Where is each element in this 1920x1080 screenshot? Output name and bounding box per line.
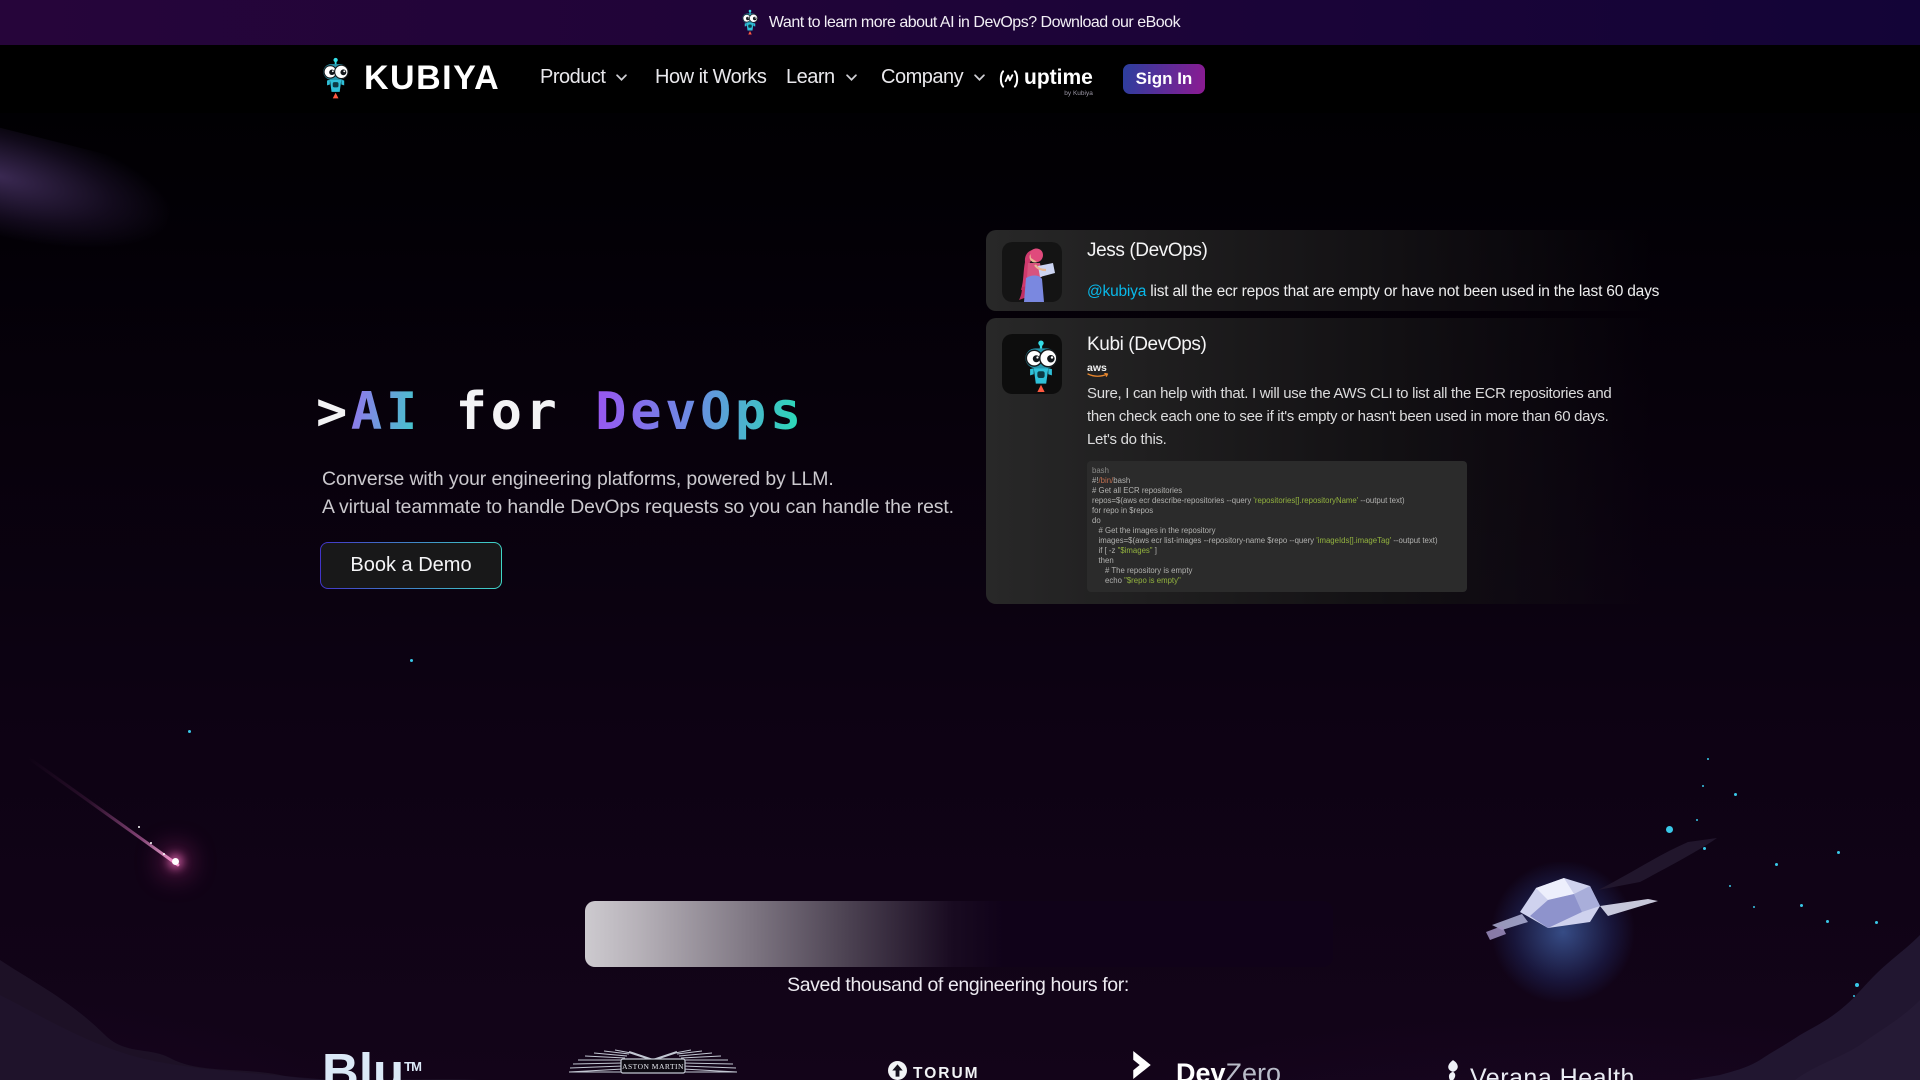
- kubi-name: Kubi (DevOps): [1087, 334, 1611, 356]
- star-decoration: [1853, 995, 1855, 997]
- hero-subtitle: Converse with your engineering platforms…: [322, 466, 954, 521]
- code-line: # The repository is empty: [1092, 566, 1461, 576]
- sign-in-button[interactable]: Sign In: [1123, 64, 1205, 94]
- kubi-message-group: Kubi (DevOps) aws Sure, I can help with …: [1087, 334, 1611, 604]
- logo-carousel-placeholder: [585, 901, 1333, 967]
- verana-icon: [1443, 1058, 1463, 1080]
- code-line: # Get all ECR repositories: [1092, 486, 1461, 496]
- code-line: bash: [1092, 466, 1461, 476]
- uptime-logo[interactable]: uptime by Kubiya: [998, 67, 1093, 97]
- svg-text:ASTON MARTIN: ASTON MARTIN: [622, 1062, 684, 1071]
- nebula-decoration: [0, 121, 180, 275]
- announcement-text[interactable]: Want to learn more about AI in DevOps? D…: [769, 14, 1180, 32]
- hero-subtitle-line2: A virtual teammate to handle DevOps requ…: [322, 494, 954, 522]
- jess-message: @kubiya list all the ecr repos that are …: [1087, 283, 1659, 301]
- star-decoration: [138, 826, 140, 828]
- saved-hours-heading: Saved thousand of engineering hours for:: [787, 974, 1129, 997]
- nav-bar: KUBIYA Product How it Works Learn Compan…: [0, 45, 1920, 113]
- uptime-wordmark: uptime: [1024, 66, 1093, 89]
- kubiya-mention: @kubiya: [1087, 283, 1146, 300]
- brand-logo[interactable]: KUBIYA: [322, 53, 500, 103]
- robot-icon: [740, 9, 760, 35]
- uptime-byline: by Kubiya: [1024, 90, 1093, 97]
- kubi-avatar: [1002, 334, 1062, 394]
- nav-item-product[interactable]: Product: [540, 66, 627, 89]
- announcement-bar[interactable]: Want to learn more about AI in DevOps? D…: [0, 0, 1920, 45]
- star-decoration: [1702, 785, 1704, 787]
- star-decoration: [1703, 847, 1706, 850]
- comet-trail-decoration: [27, 756, 180, 866]
- chevron-down-icon: [616, 74, 627, 81]
- hero-title: >AI for DevOps: [316, 386, 805, 438]
- star-decoration: [1800, 904, 1803, 907]
- star-decoration: [1855, 983, 1859, 987]
- hero-subtitle-line1: Converse with your engineering platforms…: [322, 466, 954, 494]
- kubi-message: Sure, I can help with that. I will use t…: [1087, 383, 1611, 451]
- star-decoration: [163, 853, 165, 855]
- star-decoration: [1707, 758, 1709, 760]
- torum-icon: [888, 1061, 907, 1080]
- kubiya-robot-icon: [322, 53, 355, 103]
- logo-verana-health: Verana Health: [1443, 1058, 1635, 1080]
- star-decoration: [1875, 921, 1878, 924]
- code-line: #!/bin/bash: [1092, 476, 1461, 486]
- star-decoration: [150, 842, 152, 844]
- star-decoration: [1734, 793, 1737, 796]
- brand-wordmark: KUBIYA: [364, 59, 500, 98]
- code-line: do: [1092, 516, 1461, 526]
- star-decoration: [410, 659, 413, 662]
- star-decoration: [188, 730, 191, 733]
- nav-item-company[interactable]: Company: [881, 66, 985, 89]
- jess-message-group: Jess (DevOps) @kubiya list all the ecr r…: [1087, 242, 1659, 311]
- star-decoration: [1696, 819, 1698, 821]
- star-decoration: [1666, 826, 1673, 833]
- code-line: for repo in $repos: [1092, 506, 1461, 516]
- star-decoration: [1753, 906, 1755, 908]
- logo-devzero: DevZero: [1130, 1051, 1281, 1080]
- code-line: if [ -z "$images" ]: [1092, 546, 1461, 556]
- code-line: # Get the images in the repository: [1092, 526, 1461, 536]
- aws-logo: aws: [1087, 361, 1611, 378]
- chevron-down-icon: [846, 74, 857, 81]
- hero-title-devops: DevOps: [595, 382, 804, 442]
- code-block: bash#!/bin/bash# Get all ECR repositorie…: [1087, 461, 1467, 592]
- book-demo-button[interactable]: Book a Demo: [320, 542, 502, 589]
- logo-aston-martin: ASTON MARTIN: [567, 1048, 739, 1080]
- code-line: images=$(aws ecr list-images --repositor…: [1092, 536, 1461, 546]
- uptime-pulse-icon: [998, 67, 1020, 91]
- code-line: echo "$repo is empty": [1092, 576, 1461, 586]
- star-decoration: [173, 862, 175, 864]
- nav-item-how-it-works[interactable]: How it Works: [655, 66, 766, 89]
- logo-torum: TORUM: [888, 1061, 980, 1080]
- hero-title-ai: AI: [351, 382, 421, 442]
- jess-avatar: [1002, 242, 1062, 302]
- star-decoration: [1837, 851, 1840, 854]
- jess-name: Jess (DevOps): [1087, 240, 1659, 262]
- star-decoration: [1729, 885, 1731, 887]
- svg-text:aws: aws: [1087, 362, 1107, 374]
- page: Want to learn more about AI in DevOps? D…: [0, 0, 1920, 1080]
- hills-right-decoration: [1640, 930, 1920, 1080]
- star-decoration: [1826, 920, 1829, 923]
- chat-card-kubi: Kubi (DevOps) aws Sure, I can help with …: [986, 318, 1666, 604]
- code-line: then: [1092, 556, 1461, 566]
- code-line: repos=$(aws ecr describe-repositories --…: [1092, 496, 1461, 506]
- star-decoration: [1775, 863, 1778, 866]
- devzero-icon: [1130, 1051, 1154, 1079]
- logo-blu: BluTM: [322, 1042, 421, 1080]
- nav-item-learn[interactable]: Learn: [786, 66, 857, 89]
- chevron-down-icon: [974, 74, 985, 81]
- chat-card-jess: Jess (DevOps) @kubiya list all the ecr r…: [986, 230, 1666, 311]
